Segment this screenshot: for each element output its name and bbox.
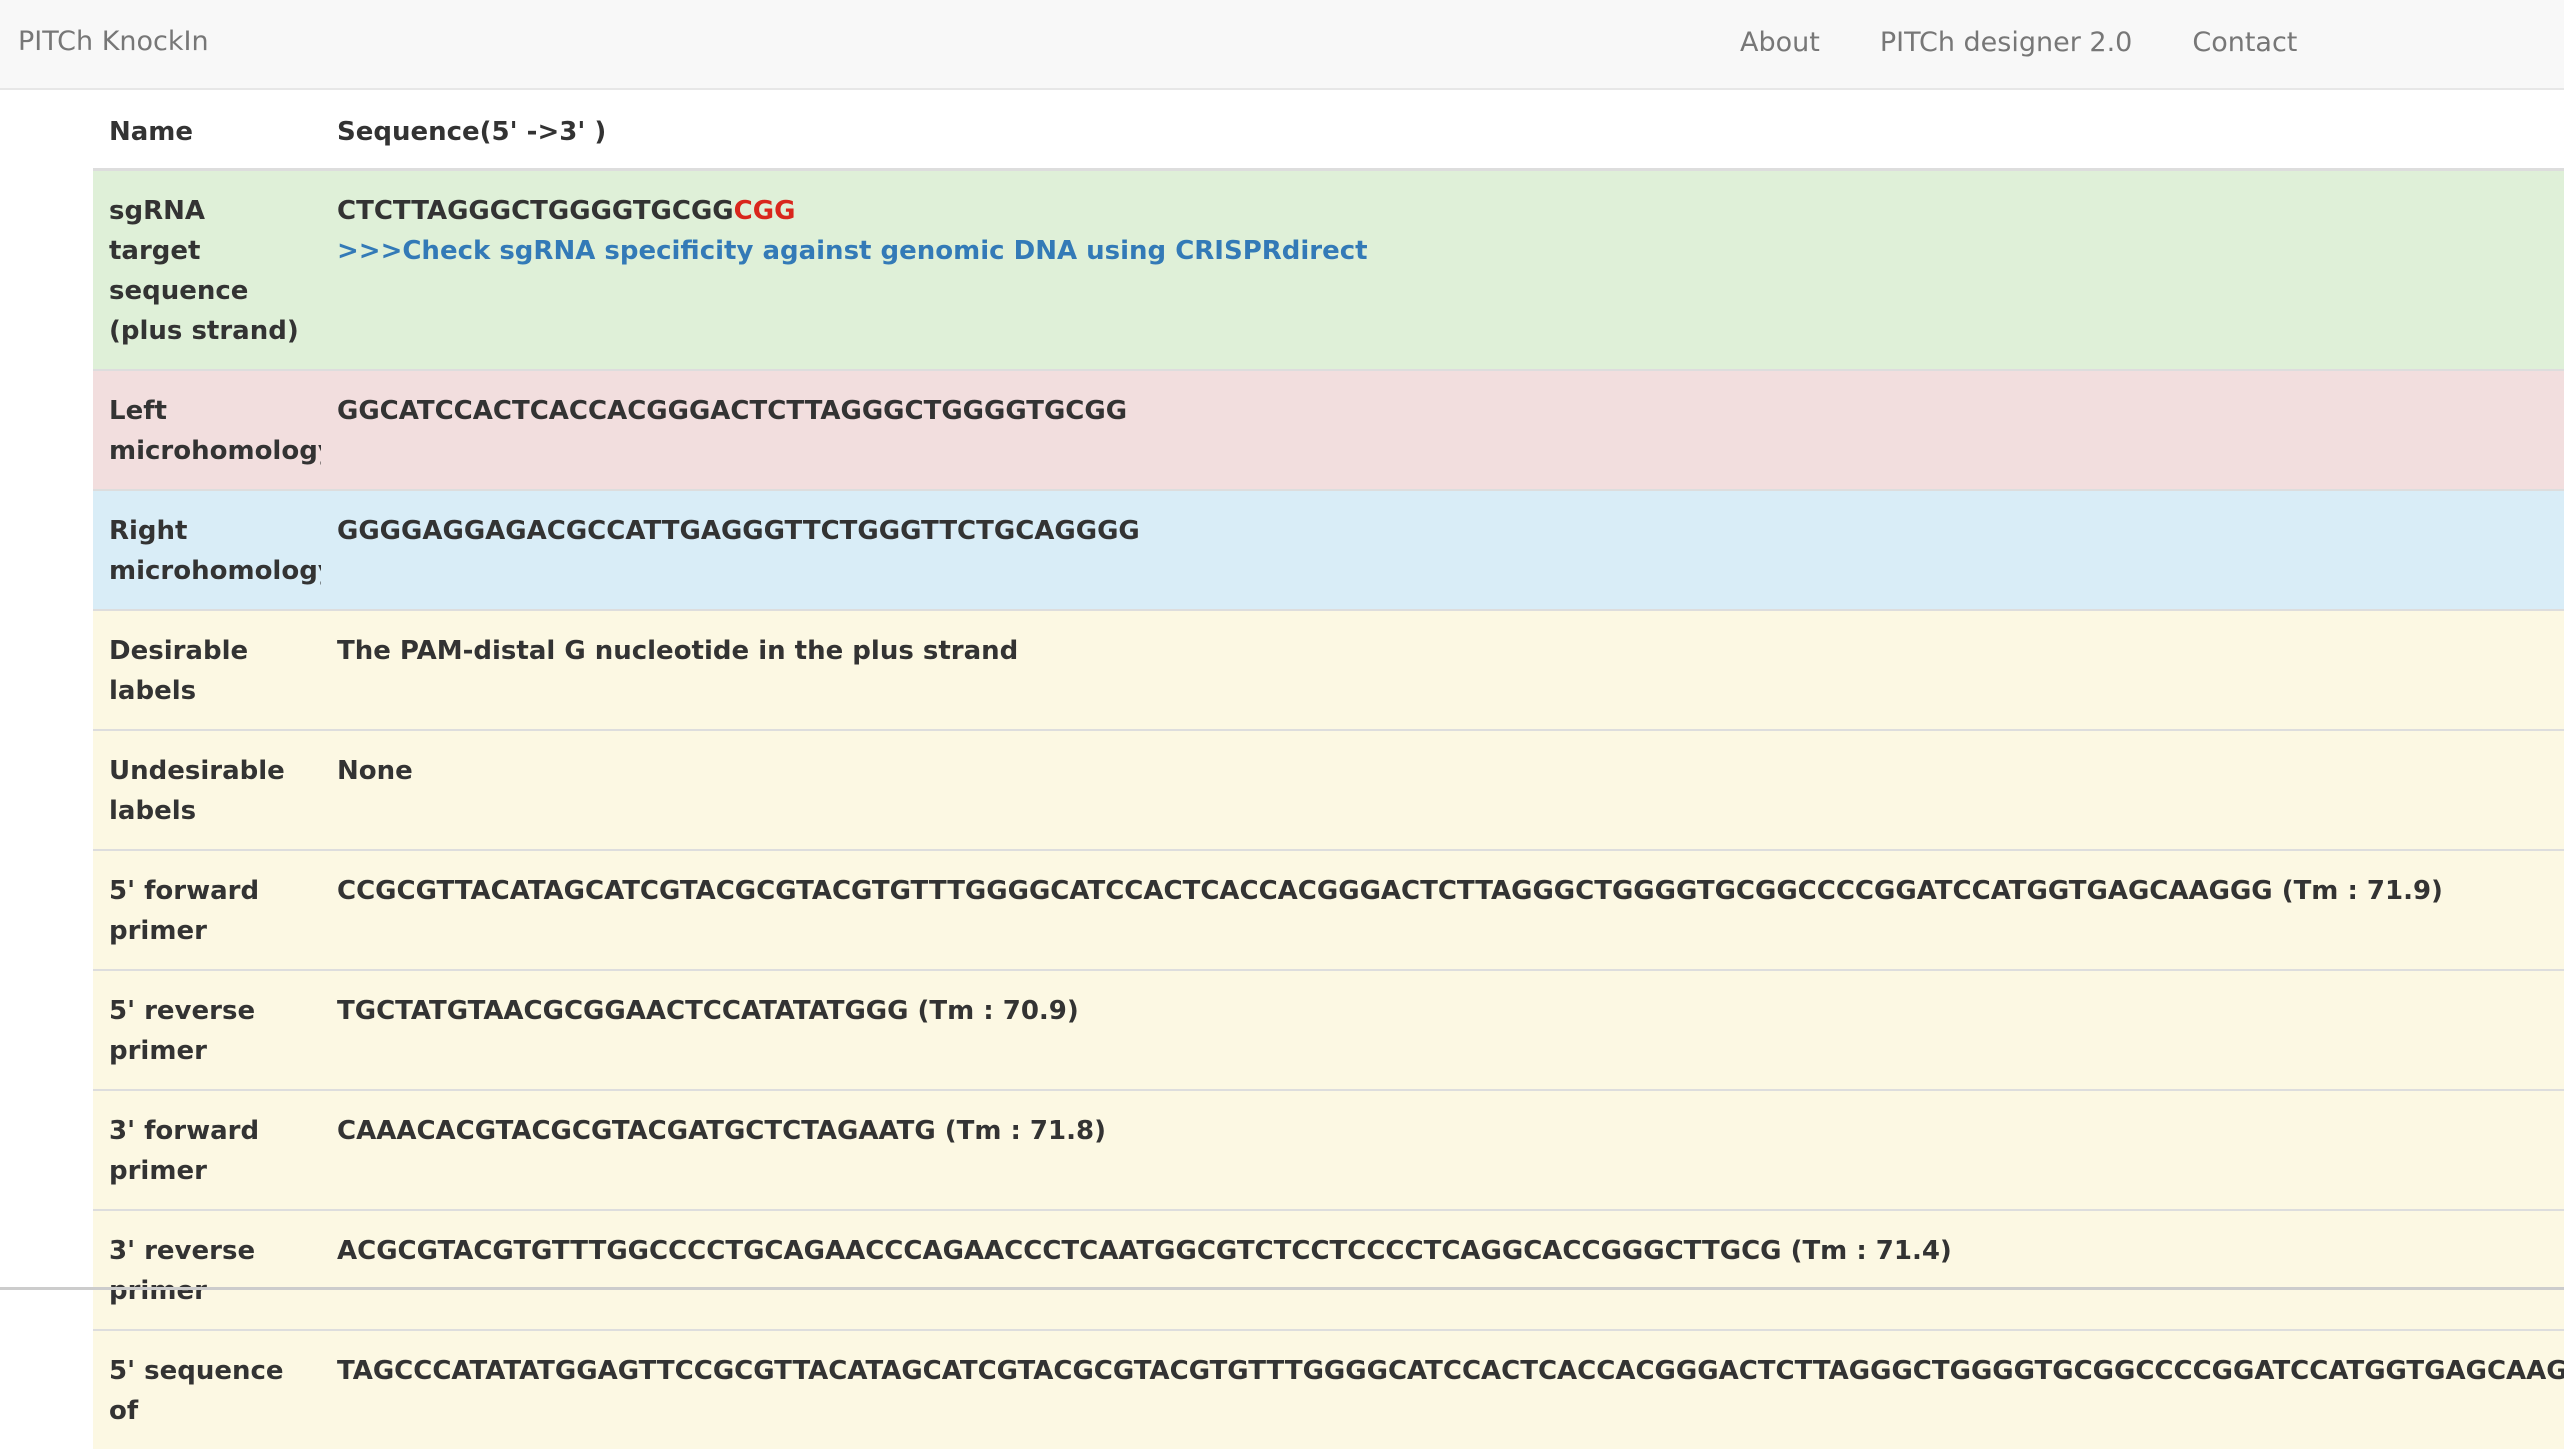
row-value: CTCTTAGGGCTGGGGTGCGGCGG >>>Check sgRNA s… — [321, 168, 2564, 370]
row-name: 3' reverse primer — [93, 1209, 321, 1330]
table-row-undesirable-labels: Undesirable labels None — [93, 729, 2564, 850]
row-value: CAAACACGTACGCGTACGATGCTCTAGAATG (Tm : 71… — [321, 1089, 2564, 1210]
row-name: Left microhomology — [93, 369, 321, 490]
table-row-3-forward-primer: 3' forward primer CAAACACGTACGCGTACGATGC… — [93, 1089, 2564, 1210]
row-name: sgRNA target sequence (plus strand) — [93, 168, 321, 370]
nav-contact-link[interactable]: Contact — [2192, 27, 2297, 58]
results-table: Name Sequence(5' ->3' ) sgRNA target seq… — [93, 90, 2564, 1449]
crisprdirect-link[interactable]: >>>Check sgRNA specificity against genom… — [337, 236, 1368, 266]
table-row-desirable-labels: Desirable labels The PAM-distal G nucleo… — [93, 609, 2564, 730]
row-value: GGCATCCACTCACCACGGGACTCTTAGGGCTGGGGTGCGG — [321, 369, 2564, 490]
row-name: 3' forward primer — [93, 1089, 321, 1210]
row-name: Right microhomology — [93, 489, 321, 610]
row-value: CCGCGTTACATAGCATCGTACGCGTACGTGTTTGGGGCAT… — [321, 849, 2564, 970]
row-name: 5' forward primer — [93, 849, 321, 970]
brand-link[interactable]: PITCh KnockIn — [18, 0, 209, 84]
results-table-wrapper: Name Sequence(5' ->3' ) sgRNA target seq… — [93, 90, 2564, 1449]
row-name: 5' sequence of — [93, 1329, 321, 1449]
table-row-5-sequence: 5' sequence of TAGCCCATATATGGAGTTCCGCGTT… — [93, 1329, 2564, 1449]
table-row-left-microhomology: Left microhomology GGCATCCACTCACCACGGGAC… — [93, 369, 2564, 490]
row-value: ACGCGTACGTGTTTGGCCCCTGCAGAACCCAGAACCCTCA… — [321, 1209, 2564, 1330]
table-header-row: Name Sequence(5' ->3' ) — [93, 90, 2564, 171]
table-row-3-reverse-primer: 3' reverse primer ACGCGTACGTGTTTGGCCCCTG… — [93, 1209, 2564, 1330]
header-sequence: Sequence(5' ->3' ) — [321, 90, 2564, 171]
row-name: Desirable labels — [93, 609, 321, 730]
nav-about-link[interactable]: About — [1740, 27, 1820, 58]
sgrna-sequence: CTCTTAGGGCTGGGGTGCGG — [337, 196, 734, 226]
row-value: GGGGAGGAGACGCCATTGAGGGTTCTGGGTTCTGCAGGGG — [321, 489, 2564, 610]
row-value: None — [321, 729, 2564, 850]
table-row-5-reverse-primer: 5' reverse primer TGCTATGTAACGCGGAACTCCA… — [93, 969, 2564, 1090]
navbar: PITCh KnockIn About PITCh designer 2.0 C… — [0, 0, 2564, 90]
pam-sequence: CGG — [733, 196, 796, 226]
table-row-right-microhomology: Right microhomology GGGGAGGAGACGCCATTGAG… — [93, 489, 2564, 610]
header-name: Name — [93, 90, 321, 171]
nav-links: About PITCh designer 2.0 Contact — [1740, 0, 2357, 84]
table-row-sgrna: sgRNA target sequence (plus strand) CTCT… — [93, 168, 2564, 370]
row-name: Undesirable labels — [93, 729, 321, 850]
row-value: TGCTATGTAACGCGGAACTCCATATATGGG (Tm : 70.… — [321, 969, 2564, 1090]
nav-pitch-designer-link[interactable]: PITCh designer 2.0 — [1880, 27, 2133, 58]
table-row-5-forward-primer: 5' forward primer CCGCGTTACATAGCATCGTACG… — [93, 849, 2564, 970]
row-value: TAGCCCATATATGGAGTTCCGCGTTACATAGCATCGTACG… — [321, 1329, 2564, 1449]
row-value: The PAM-distal G nucleotide in the plus … — [321, 609, 2564, 730]
row-name: 5' reverse primer — [93, 969, 321, 1090]
